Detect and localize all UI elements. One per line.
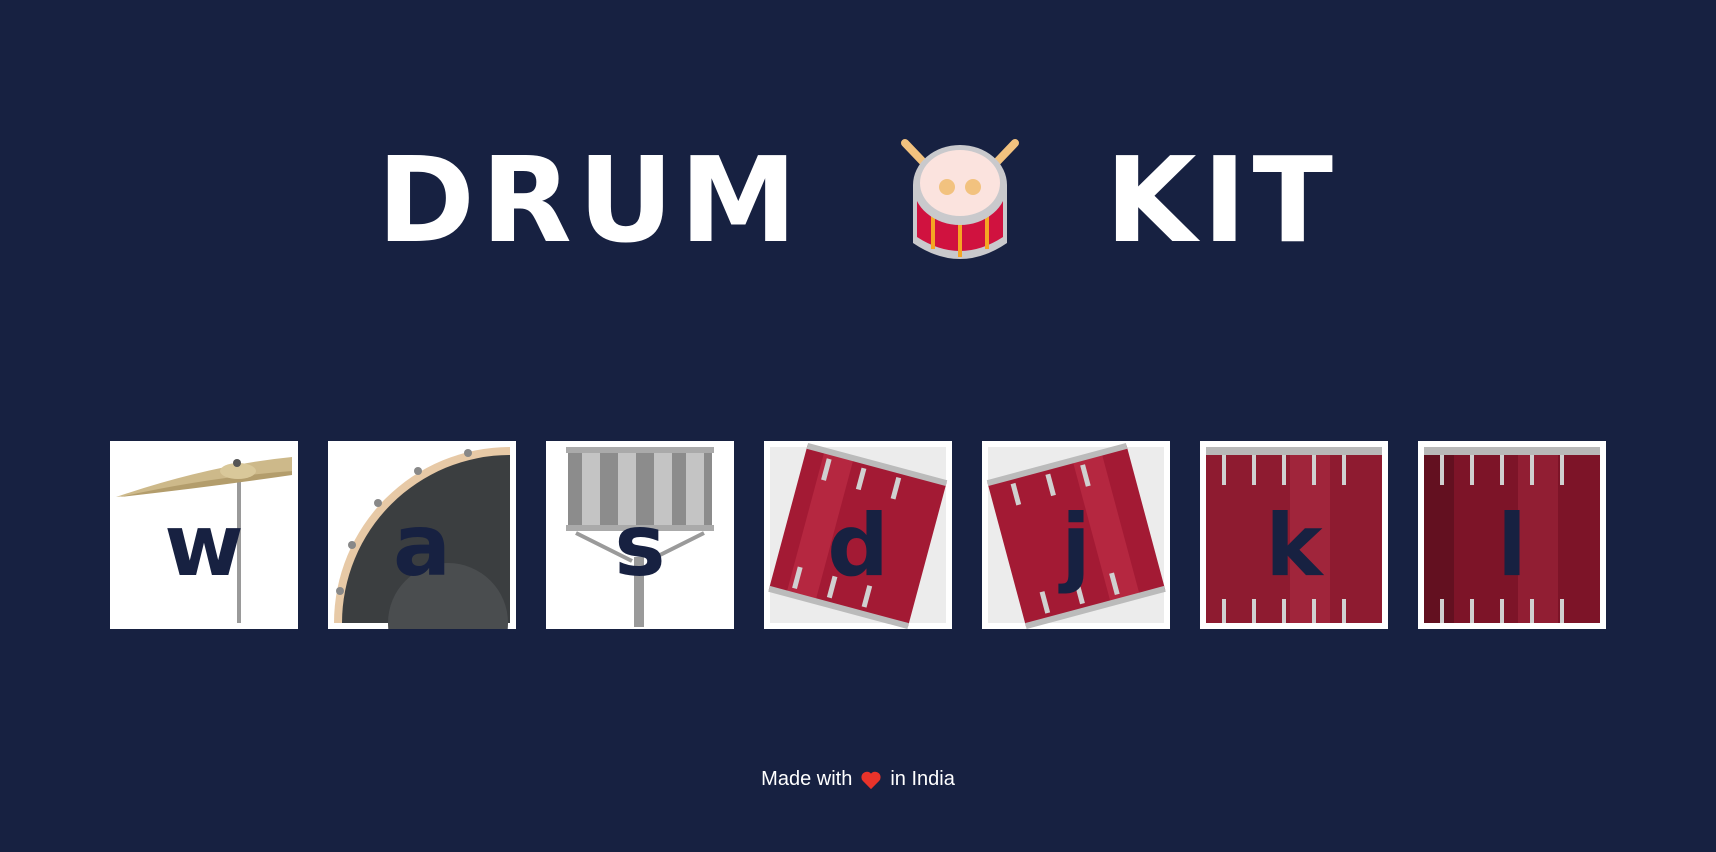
drum-button-j[interactable]: j (982, 441, 1170, 629)
drum-set: w a s d j k l (110, 441, 1606, 629)
drum-button-s[interactable]: s (546, 441, 734, 629)
title-left: DRUM (377, 131, 804, 269)
drum-icon (901, 139, 1020, 259)
footer-suffix: in India (890, 768, 955, 790)
drum-button-a[interactable]: a (328, 441, 516, 629)
drum-button-d[interactable]: d (764, 441, 952, 629)
drum-key-w: w (164, 496, 244, 596)
title-right: KIT (1105, 131, 1339, 269)
drum-button-w[interactable]: w (110, 441, 298, 629)
drum-key-d: d (827, 496, 889, 596)
drum-key-a: a (392, 496, 452, 596)
page-title: DRUM KIT (0, 120, 1716, 280)
drum-key-j: j (1061, 496, 1091, 596)
heart-icon (861, 771, 881, 789)
footer: Made with in India (0, 768, 1716, 791)
drum-button-l[interactable]: l (1418, 441, 1606, 629)
drum-button-k[interactable]: k (1200, 441, 1388, 629)
drum-key-k: k (1265, 496, 1323, 596)
drum-key-l: l (1497, 496, 1527, 596)
drum-key-s: s (614, 496, 666, 596)
footer-prefix: Made with (761, 768, 853, 790)
